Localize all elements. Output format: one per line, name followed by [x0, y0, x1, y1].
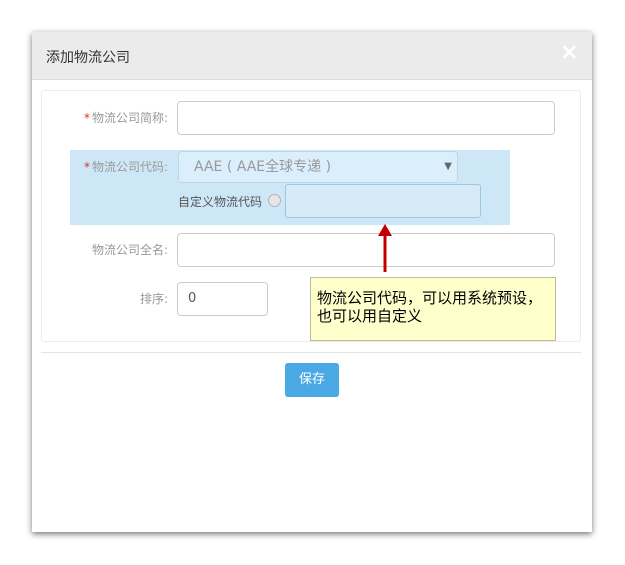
annotation-note: 物流公司代码，可以用系统预设，也可以用自定义 — [310, 277, 556, 341]
full-name-label: 物流公司全名: — [91, 243, 168, 257]
required-mark: * — [83, 160, 90, 174]
required-mark: * — [83, 111, 90, 125]
dialog-title: 添加物流公司 — [46, 50, 130, 66]
custom-code-radio[interactable] — [268, 194, 281, 207]
save-button[interactable]: 保存 — [285, 363, 339, 397]
custom-code-label: 自定义物流代码 — [178, 195, 263, 209]
code-select-value: AAE ( AAE全球专递 ) — [194, 159, 332, 175]
chevron-down-icon: ▼ — [444, 161, 452, 172]
sort-label: 排序: — [139, 292, 168, 306]
full-name-input[interactable] — [177, 233, 555, 267]
code-select[interactable]: AAE ( AAE全球专递 ) ▼ — [178, 151, 458, 183]
close-icon[interactable]: × — [560, 42, 578, 64]
dialog-header: 添加物流公司 × — [32, 32, 592, 80]
annotation-arrow-icon — [378, 224, 392, 272]
sort-input[interactable]: 0 — [177, 282, 268, 316]
custom-code-input[interactable] — [285, 184, 481, 218]
divider — [41, 352, 581, 353]
short-name-input[interactable] — [177, 101, 555, 135]
short-name-label: * 物流公司简称: — [83, 111, 168, 125]
code-label: * 物流公司代码: — [83, 160, 168, 174]
